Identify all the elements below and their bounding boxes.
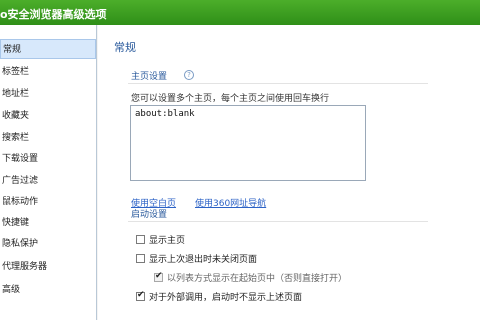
- homepage-input[interactable]: about:blank: [130, 105, 366, 181]
- use-360-nav-link[interactable]: 使用360网址导航: [195, 196, 266, 209]
- list-mode-label: 以列表方式显示在起始页中（否则直接打开）: [167, 273, 348, 284]
- sidebar-item-advanced[interactable]: 高级: [0, 280, 96, 300]
- external-call-option[interactable]: 对于外部调用，启动时不显示上述页面: [136, 290, 303, 303]
- sidebar-item-favorites[interactable]: 收藏夹: [0, 106, 96, 126]
- homepage-group-label: 主页设置: [131, 72, 168, 82]
- section-title: 常规: [114, 41, 136, 54]
- restore-tabs-option[interactable]: 显示上次退出时未关闭页面: [136, 252, 258, 265]
- homepage-description: 您可以设置多个主页，每个主页之间使用回车换行: [131, 94, 330, 104]
- sidebar-item-searchbar[interactable]: 搜索栏: [0, 128, 96, 148]
- external-call-checkbox[interactable]: [136, 290, 145, 301]
- list-mode-checkbox[interactable]: [154, 271, 163, 282]
- window-title: o安全浏览器高级选项: [0, 8, 107, 21]
- help-icon[interactable]: ?: [184, 70, 194, 80]
- external-call-label: 对于外部调用，启动时不显示上述页面: [149, 292, 303, 303]
- settings-panel: 常规 主页设置 ? 您可以设置多个主页，每个主页之间使用回车换行 about:b…: [98, 25, 480, 320]
- restore-tabs-label: 显示上次退出时未关闭页面: [149, 254, 258, 265]
- sidebar-item-tabbar[interactable]: 标签栏: [0, 62, 96, 82]
- show-homepage-label: 显示主页: [149, 235, 186, 246]
- sidebar-item-download[interactable]: 下载设置: [0, 149, 96, 169]
- sidebar-item-shortcuts[interactable]: 快捷键: [0, 213, 96, 233]
- list-mode-option[interactable]: 以列表方式显示在起始页中（否则直接打开）: [154, 271, 348, 284]
- sidebar: 常规 标签栏 地址栏 收藏夹 搜索栏 下载设置 广告过滤 鼠标动作 快捷键 隐私…: [0, 25, 97, 320]
- title-bar: o安全浏览器高级选项: [0, 0, 480, 25]
- restore-tabs-checkbox[interactable]: [136, 253, 145, 263]
- show-homepage-checkbox[interactable]: [136, 234, 145, 244]
- sidebar-item-proxy[interactable]: 代理服务器: [0, 257, 96, 277]
- sidebar-item-mouse[interactable]: 鼠标动作: [0, 192, 96, 212]
- sidebar-item-general[interactable]: 常规: [0, 39, 96, 59]
- divider: [128, 83, 428, 84]
- sidebar-item-adblock[interactable]: 广告过滤: [0, 171, 96, 191]
- show-homepage-option[interactable]: 显示主页: [136, 233, 186, 246]
- startup-group-label: 启动设置: [131, 210, 168, 220]
- sidebar-item-addressbar[interactable]: 地址栏: [0, 84, 96, 104]
- divider: [128, 221, 428, 222]
- sidebar-item-privacy[interactable]: 隐私保护: [0, 234, 96, 254]
